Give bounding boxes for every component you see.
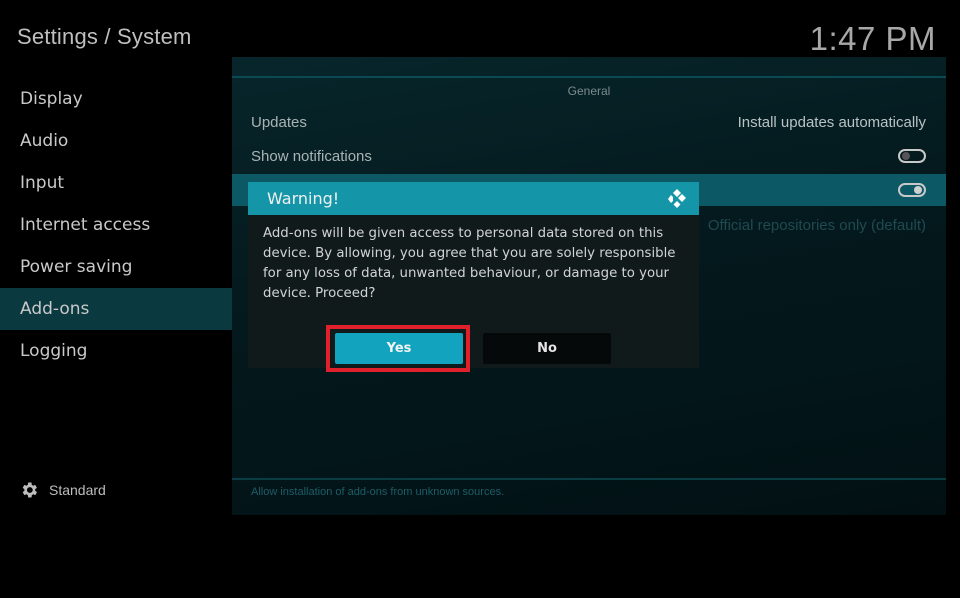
sidebar: Display Audio Input Internet access Powe…: [0, 78, 232, 372]
toggle-off[interactable]: [898, 149, 926, 163]
kodi-logo-icon: [668, 188, 686, 208]
clock: 1:47 PM: [809, 20, 936, 57]
dialog-message: Add-ons will be given access to personal…: [263, 226, 676, 301]
setting-label: Updates: [251, 113, 307, 131]
settings-level-label: Standard: [49, 482, 106, 498]
setting-description: Allow installation of add-ons from unkno…: [251, 486, 505, 498]
settings-level-button[interactable]: Standard: [19, 480, 106, 500]
setting-label: Show notifications: [251, 147, 372, 165]
sidebar-item-input[interactable]: Input: [0, 162, 232, 204]
sidebar-item-add-ons[interactable]: Add-ons: [0, 288, 232, 330]
dialog-header: Warning!: [248, 182, 699, 215]
gear-icon: [22, 482, 37, 498]
sidebar-item-internet-access[interactable]: Internet access: [0, 204, 232, 246]
dialog-title: Warning!: [267, 189, 340, 208]
sidebar-item-logging[interactable]: Logging: [0, 330, 232, 372]
sidebar-item-audio[interactable]: Audio: [0, 120, 232, 162]
page-title: Settings / System: [17, 24, 192, 49]
setting-value: Official repositories only (default): [707, 216, 926, 234]
no-button[interactable]: No: [483, 333, 611, 364]
divider: [232, 76, 946, 78]
warning-dialog: Warning! Add-ons will be given access to…: [248, 182, 699, 368]
sidebar-item-power-saving[interactable]: Power saving: [0, 246, 232, 288]
sidebar-item-display[interactable]: Display: [0, 78, 232, 120]
setting-value: Install updates automatically: [737, 113, 926, 131]
setting-row-updates[interactable]: Updates Install updates automatically: [232, 106, 946, 138]
toggle-on[interactable]: [898, 183, 926, 197]
section-header: General: [567, 84, 611, 98]
divider: [232, 478, 946, 480]
setting-row-show-notifications[interactable]: Show notifications: [232, 140, 946, 172]
highlight-box: [326, 325, 470, 372]
